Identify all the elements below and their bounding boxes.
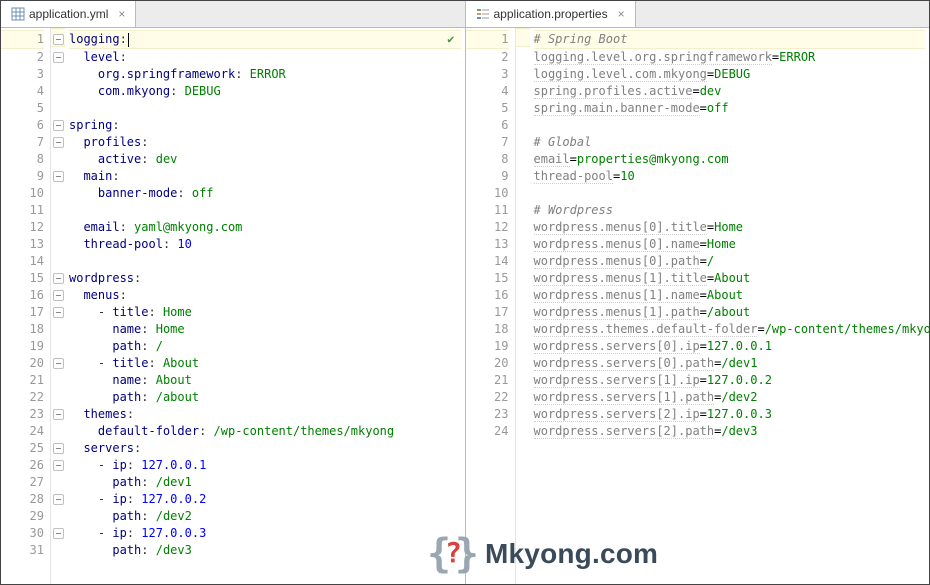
code-line[interactable]: path: / <box>69 338 461 355</box>
fold-toggle-icon[interactable] <box>53 409 64 420</box>
fold-toggle-icon[interactable] <box>53 307 64 318</box>
code-line[interactable]: - ip: 127.0.0.3 <box>69 525 461 542</box>
code-line[interactable]: wordpress.servers[2].path=/dev3 <box>534 423 926 440</box>
tab-bar-left: application.yml × <box>1 1 465 28</box>
code-line[interactable]: - ip: 127.0.0.2 <box>69 491 461 508</box>
fold-toggle-icon[interactable] <box>53 528 64 539</box>
tab-label: application.yml <box>29 7 108 21</box>
code-line[interactable]: org.springframework: ERROR <box>69 66 461 83</box>
code-line[interactable]: logging.level.org.springframework=ERROR <box>534 49 926 66</box>
code-area[interactable]: logging:✔ level: org.springframework: ER… <box>65 28 465 584</box>
grid-icon <box>11 7 25 21</box>
code-line[interactable] <box>534 117 926 134</box>
editor-properties[interactable]: 123456789101112131415161718192021222324 … <box>466 28 930 584</box>
code-line[interactable]: path: /dev2 <box>69 508 461 525</box>
code-line[interactable]: - title: About <box>69 355 461 372</box>
close-icon[interactable]: × <box>618 7 625 21</box>
code-line[interactable]: name: About <box>69 372 461 389</box>
fold-toggle-icon[interactable] <box>53 120 64 131</box>
code-line[interactable]: path: /about <box>69 389 461 406</box>
code-line[interactable]: themes: <box>69 406 461 423</box>
code-line[interactable]: wordpress.menus[0].title=Home <box>534 219 926 236</box>
code-line[interactable]: wordpress.menus[0].name=Home <box>534 236 926 253</box>
fold-gutter[interactable] <box>51 28 65 584</box>
code-line[interactable]: # Global <box>534 134 926 151</box>
code-line[interactable]: wordpress.themes.default-folder=/wp-cont… <box>534 321 926 338</box>
fold-toggle-icon[interactable] <box>53 34 64 45</box>
code-line[interactable]: wordpress.menus[1].title=About <box>534 270 926 287</box>
mkyong-logo: {?} Mkyong.com <box>431 532 658 576</box>
code-line[interactable]: # Wordpress <box>534 202 926 219</box>
fold-toggle-icon[interactable] <box>53 358 64 369</box>
code-line[interactable]: logging.level.com.mkyong=DEBUG <box>534 66 926 83</box>
code-line[interactable]: # Spring Boot <box>534 30 926 49</box>
fold-gutter <box>516 28 530 584</box>
code-line[interactable]: name: Home <box>69 321 461 338</box>
code-line[interactable]: wordpress.servers[0].ip=127.0.0.1 <box>534 338 926 355</box>
code-line[interactable]: - title: Home <box>69 304 461 321</box>
code-line[interactable]: spring.profiles.active=dev <box>534 83 926 100</box>
code-line[interactable]: default-folder: /wp-content/themes/mkyon… <box>69 423 461 440</box>
tab-application-yml[interactable]: application.yml × <box>1 1 136 27</box>
code-line[interactable]: wordpress: <box>69 270 461 287</box>
fold-toggle-icon[interactable] <box>53 171 64 182</box>
code-line[interactable]: path: /dev3 <box>69 542 461 559</box>
fold-toggle-icon[interactable] <box>53 494 64 505</box>
code-line[interactable]: wordpress.servers[1].path=/dev2 <box>534 389 926 406</box>
code-line[interactable]: main: <box>69 168 461 185</box>
tab-label: application.properties <box>494 7 608 21</box>
code-line[interactable]: spring: <box>69 117 461 134</box>
split-panes: application.yml × 1234567891011121314151… <box>1 1 929 584</box>
logo-suffix: .com <box>592 538 658 569</box>
code-line[interactable]: wordpress.menus[1].name=About <box>534 287 926 304</box>
code-line[interactable]: level: <box>69 49 461 66</box>
code-line[interactable]: thread-pool: 10 <box>69 236 461 253</box>
code-line[interactable]: wordpress.servers[0].path=/dev1 <box>534 355 926 372</box>
code-line[interactable] <box>69 253 461 270</box>
code-line[interactable]: - ip: 127.0.0.1 <box>69 457 461 474</box>
code-line[interactable]: path: /dev1 <box>69 474 461 491</box>
code-line[interactable]: banner-mode: off <box>69 185 461 202</box>
code-line[interactable]: com.mkyong: DEBUG <box>69 83 461 100</box>
code-line[interactable]: logging:✔ <box>69 30 461 49</box>
line-number-gutter: 1234567891011121314151617181920212223242… <box>1 28 51 584</box>
code-line[interactable]: wordpress.servers[2].ip=127.0.0.3 <box>534 406 926 423</box>
close-icon[interactable]: × <box>118 7 125 21</box>
code-line[interactable]: wordpress.servers[1].ip=127.0.0.2 <box>534 372 926 389</box>
tab-bar-right: application.properties × <box>466 1 930 28</box>
ide-window: application.yml × 1234567891011121314151… <box>0 0 930 585</box>
logo-text: Mkyong <box>485 538 592 569</box>
text-cursor <box>128 33 129 47</box>
pane-left: application.yml × 1234567891011121314151… <box>1 1 466 584</box>
code-line[interactable]: servers: <box>69 440 461 457</box>
code-line[interactable]: thread-pool=10 <box>534 168 926 185</box>
tab-application-properties[interactable]: application.properties × <box>466 1 636 27</box>
code-line[interactable] <box>534 185 926 202</box>
fold-toggle-icon[interactable] <box>53 137 64 148</box>
code-line[interactable]: spring.main.banner-mode=off <box>534 100 926 117</box>
code-line[interactable]: wordpress.menus[1].path=/about <box>534 304 926 321</box>
code-line[interactable] <box>69 100 461 117</box>
fold-toggle-icon[interactable] <box>53 460 64 471</box>
code-line[interactable] <box>69 202 461 219</box>
code-line[interactable]: menus: <box>69 287 461 304</box>
fold-toggle-icon[interactable] <box>53 52 64 63</box>
line-number-gutter: 123456789101112131415161718192021222324 <box>466 28 516 584</box>
properties-icon <box>476 7 490 21</box>
checkmark-icon: ✔ <box>447 31 454 48</box>
editor-yml[interactable]: 1234567891011121314151617181920212223242… <box>1 28 465 584</box>
code-line[interactable]: profiles: <box>69 134 461 151</box>
fold-toggle-icon[interactable] <box>53 273 64 284</box>
pane-right: application.properties × 123456789101112… <box>466 1 930 584</box>
code-line[interactable]: email=properties@mkyong.com <box>534 151 926 168</box>
code-line[interactable]: wordpress.menus[0].path=/ <box>534 253 926 270</box>
logo-mark-icon: {?} <box>431 532 475 576</box>
code-area[interactable]: # Spring Bootlogging.level.org.springfra… <box>530 28 930 584</box>
fold-toggle-icon[interactable] <box>53 443 64 454</box>
code-line[interactable]: email: yaml@mkyong.com <box>69 219 461 236</box>
code-line[interactable]: active: dev <box>69 151 461 168</box>
fold-toggle-icon[interactable] <box>53 290 64 301</box>
